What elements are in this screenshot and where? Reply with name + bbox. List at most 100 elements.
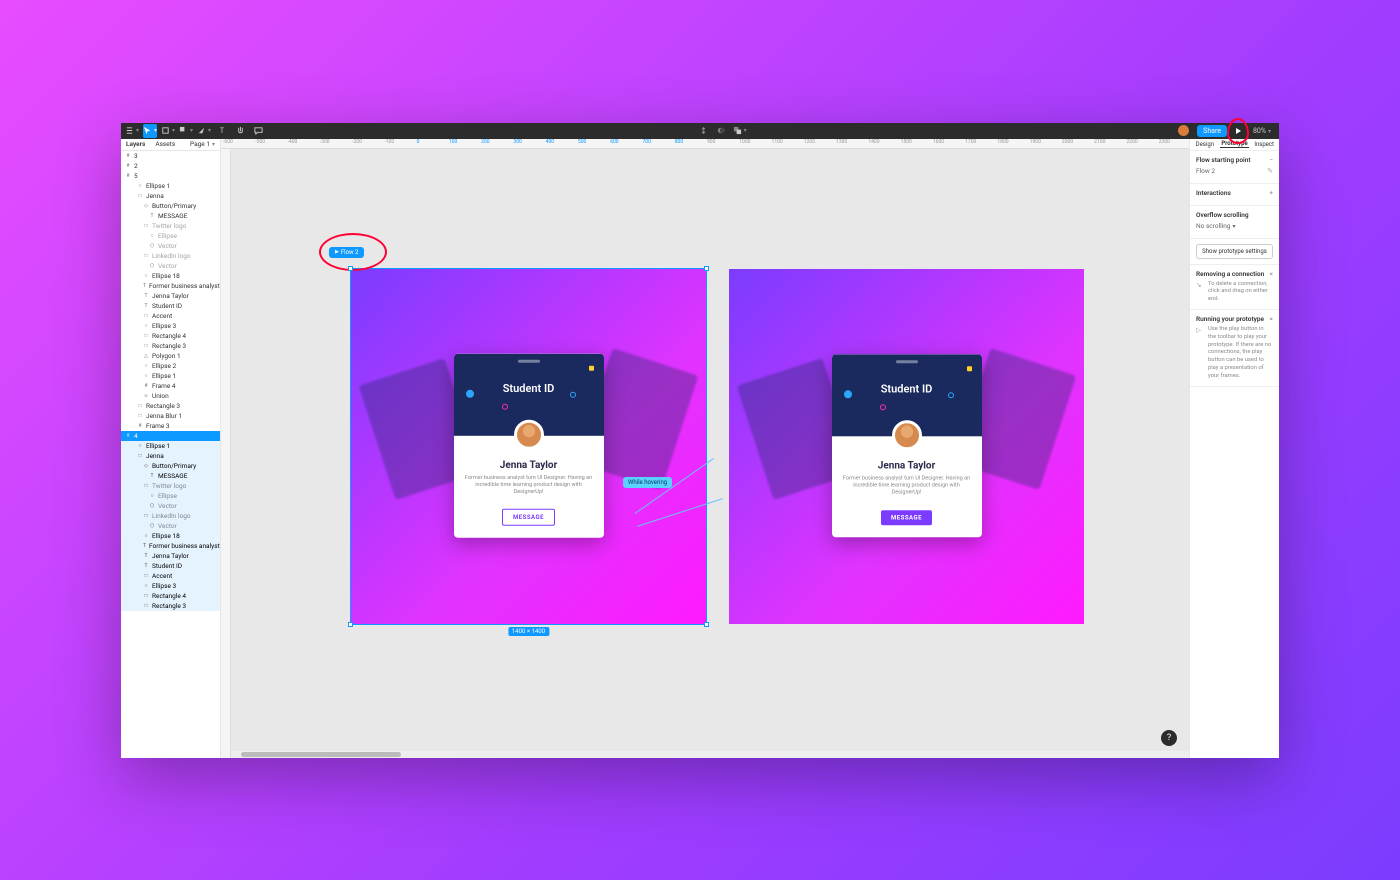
layer-row[interactable]: TMESSAGE xyxy=(121,471,220,481)
layer-label: Rectangle 3 xyxy=(146,402,180,410)
pen-tool-button[interactable]: ▾ xyxy=(197,124,211,138)
frame-4[interactable]: Flow 2 Student ID Jenna Taylor F xyxy=(351,269,706,624)
present-play-button[interactable] xyxy=(1231,124,1245,138)
layer-row[interactable]: ○Ellipse 1 xyxy=(121,181,220,191)
layer-row[interactable]: ○Ellipse 18 xyxy=(121,271,220,281)
layer-label: Ellipse xyxy=(158,492,177,500)
text-tool-button[interactable]: T xyxy=(215,124,229,138)
layer-row[interactable]: ○Ellipse 3 xyxy=(121,321,220,331)
layer-row[interactable]: □Rectangle 3 xyxy=(121,601,220,611)
show-prototype-settings-button[interactable]: Show prototype settings xyxy=(1196,244,1273,259)
play-icon: ▷ xyxy=(1196,326,1204,381)
selection-handle[interactable] xyxy=(704,622,709,627)
close-tip-button[interactable]: × xyxy=(1270,270,1273,278)
comment-tool-button[interactable] xyxy=(251,124,265,138)
layer-row[interactable]: □Jenna xyxy=(121,191,220,201)
layer-row[interactable]: ⬡Vector xyxy=(121,521,220,531)
canvas-area[interactable]: -600-500-400-300-200-1000100200300400500… xyxy=(221,139,1189,758)
zoom-level[interactable]: 80%▾ xyxy=(1253,127,1271,135)
layer-row[interactable]: TJenna Taylor xyxy=(121,551,220,561)
share-button[interactable]: Share xyxy=(1197,125,1227,137)
layer-type-icon: □ xyxy=(143,603,149,609)
frame-tool-button[interactable]: ▾ xyxy=(161,124,175,138)
tab-layers[interactable]: Layers xyxy=(121,140,150,148)
tab-design[interactable]: Design xyxy=(1190,141,1220,148)
edit-icon[interactable]: ✎ xyxy=(1267,167,1273,175)
layer-row[interactable]: ⬡Vector xyxy=(121,241,220,251)
shape-tool-button[interactable]: ▾ xyxy=(179,124,193,138)
layer-row[interactable]: TFormer business analyst t... xyxy=(121,281,220,291)
connection-icon: ↘︎ xyxy=(1196,281,1204,304)
layer-row[interactable]: □Accent xyxy=(121,311,220,321)
layer-row[interactable]: #Frame 3 xyxy=(121,421,220,431)
selection-handle[interactable] xyxy=(348,266,353,271)
layer-row[interactable]: ◇Button/Primary xyxy=(121,201,220,211)
overflow-value[interactable]: No scrolling▾ xyxy=(1196,222,1236,230)
layer-row[interactable]: ○Ellipse 18 xyxy=(121,531,220,541)
layer-row[interactable]: ○Ellipse 1 xyxy=(121,441,220,451)
layer-row[interactable]: □Twitter logo xyxy=(121,481,220,491)
tab-assets[interactable]: Assets xyxy=(150,140,180,148)
mask-icon[interactable] xyxy=(715,124,729,138)
page-selector[interactable]: Page 1▾ xyxy=(185,140,220,148)
help-button[interactable]: ? xyxy=(1161,730,1177,746)
layer-type-icon: # xyxy=(125,163,131,169)
layer-row[interactable]: □Rectangle 4 xyxy=(121,591,220,601)
layer-row[interactable]: TStudent ID xyxy=(121,561,220,571)
layer-row[interactable]: ⬡Vector xyxy=(121,501,220,511)
layer-row[interactable]: □Rectangle 4 xyxy=(121,331,220,341)
layer-row[interactable]: #4 xyxy=(121,431,220,441)
layer-row[interactable]: ○Ellipse 2 xyxy=(121,361,220,371)
layer-row[interactable]: ∪Union xyxy=(121,391,220,401)
main-menu-button[interactable]: ▾ xyxy=(125,124,139,138)
layer-list[interactable]: #3#2#5○Ellipse 1□Jenna◇Button/PrimaryTME… xyxy=(121,151,220,758)
layer-row[interactable]: □LinkedIn logo xyxy=(121,511,220,521)
layer-row[interactable]: ◇Button/Primary xyxy=(121,461,220,471)
selection-handle[interactable] xyxy=(704,266,709,271)
layer-row[interactable]: □Jenna Blur 1 xyxy=(121,411,220,421)
message-button[interactable]: MESSAGE xyxy=(881,511,932,526)
layer-row[interactable]: #Frame 4 xyxy=(121,381,220,391)
flow-start-badge[interactable]: Flow 2 xyxy=(329,247,364,258)
layer-row[interactable]: ⬡Vector xyxy=(121,261,220,271)
layer-row[interactable]: □Twitter logo xyxy=(121,221,220,231)
layer-row[interactable]: ○Ellipse xyxy=(121,491,220,501)
tab-prototype[interactable]: Prototype xyxy=(1220,140,1250,148)
layer-row[interactable]: ○Ellipse xyxy=(121,231,220,241)
user-avatar[interactable] xyxy=(1178,125,1189,136)
layer-row[interactable]: TStudent ID xyxy=(121,301,220,311)
layer-row[interactable]: #5 xyxy=(121,171,220,181)
layer-row[interactable]: TFormer business analyst t... xyxy=(121,541,220,551)
close-tip-button[interactable]: × xyxy=(1270,315,1273,323)
layer-row[interactable]: □Rectangle 3 xyxy=(121,341,220,351)
selection-handle[interactable] xyxy=(348,622,353,627)
layer-row[interactable]: TMESSAGE xyxy=(121,211,220,221)
layer-type-icon: ○ xyxy=(143,273,149,279)
layer-row[interactable]: □Rectangle 3 xyxy=(121,401,220,411)
layer-row[interactable]: ○Ellipse 3 xyxy=(121,581,220,591)
remove-flow-button[interactable]: − xyxy=(1269,156,1273,164)
hand-tool-button[interactable] xyxy=(233,124,247,138)
layer-row[interactable]: #3 xyxy=(121,151,220,161)
boolean-icon[interactable]: ▾ xyxy=(733,124,747,138)
layer-row[interactable]: ○Ellipse 1 xyxy=(121,371,220,381)
layer-row[interactable]: TJenna Taylor xyxy=(121,291,220,301)
layer-label: Jenna Blur 1 xyxy=(146,412,182,420)
tab-inspect[interactable]: Inspect xyxy=(1249,141,1279,148)
left-panel-tabs: Layers Assets Page 1▾ xyxy=(121,139,220,151)
add-interaction-button[interactable]: + xyxy=(1269,189,1273,197)
layer-type-icon: □ xyxy=(137,453,143,459)
layer-row[interactable]: □Jenna xyxy=(121,451,220,461)
layer-row[interactable]: △Polygon 1 xyxy=(121,351,220,361)
interaction-label[interactable]: While hovering xyxy=(623,477,672,488)
message-button[interactable]: MESSAGE xyxy=(502,509,555,526)
layer-row[interactable]: #2 xyxy=(121,161,220,171)
layer-row[interactable]: □Accent xyxy=(121,571,220,581)
layer-type-icon: T xyxy=(143,553,149,559)
frame-5[interactable]: Student ID Jenna Taylor Former business … xyxy=(729,269,1084,624)
layer-row[interactable]: □LinkedIn logo xyxy=(121,251,220,261)
flow-name-value[interactable]: Flow 2 xyxy=(1196,167,1215,175)
horizontal-scrollbar[interactable] xyxy=(231,751,1189,758)
canvas[interactable]: Flow 2 Student ID Jenna Taylor F xyxy=(231,149,1189,758)
move-tool-button[interactable]: ▾ xyxy=(143,124,157,138)
